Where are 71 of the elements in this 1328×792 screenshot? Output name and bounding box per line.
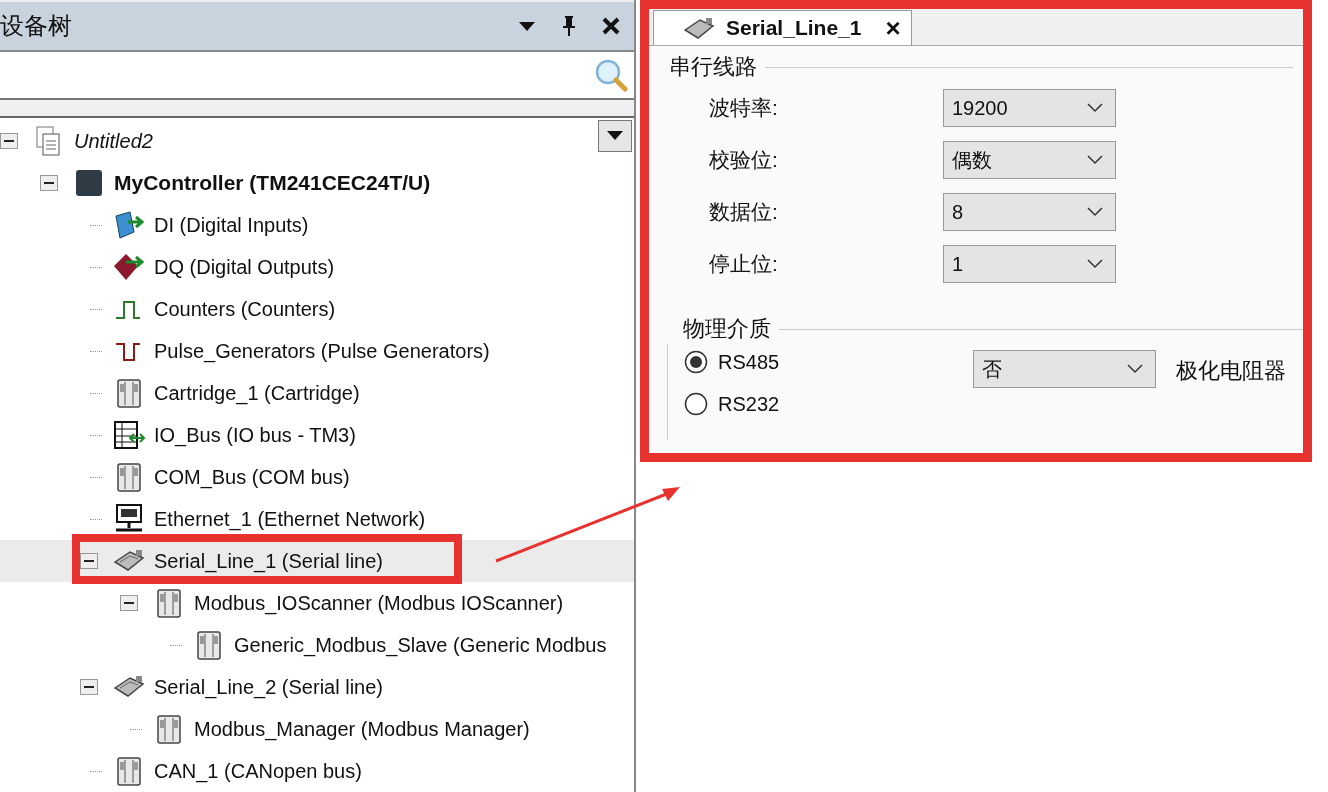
tree-item[interactable]: Serial_Line_2 (Serial line) <box>0 666 634 708</box>
tree-item[interactable]: MyController (TM241CEC24T/U) <box>0 162 634 204</box>
collapse-icon[interactable] <box>120 595 138 611</box>
collapse-icon[interactable] <box>40 175 58 191</box>
group-title: 物理介质 <box>683 315 771 343</box>
chevron-icon <box>1127 364 1143 374</box>
dropdown-icon[interactable] <box>518 20 536 32</box>
chevron-icon <box>1087 103 1103 113</box>
field-label: 波特率: <box>708 95 779 121</box>
tree-item[interactable]: Counters (Counters) <box>0 288 634 330</box>
tree-item[interactable]: Untitled2 <box>0 120 634 162</box>
radio-option[interactable]: RS485 <box>684 350 816 374</box>
tree-item-label: Serial_Line_1 (Serial line) <box>154 549 383 573</box>
connector-icon <box>682 15 716 41</box>
collapse-icon[interactable] <box>80 553 98 569</box>
tree-item[interactable]: COM_Bus (COM bus) <box>0 456 634 498</box>
field-label: 极化电阻器 <box>1176 357 1286 385</box>
tree-item-label: Ethernet_1 (Ethernet Network) <box>154 507 426 531</box>
tree-item-label: Untitled2 <box>74 129 153 153</box>
dropdown-field[interactable]: 8 <box>943 193 1116 231</box>
tree-item[interactable]: DI (Digital Inputs) <box>0 204 634 246</box>
chevron-icon <box>1087 259 1103 269</box>
panel-title: 设备树 <box>0 11 72 41</box>
field-label: 数据位: <box>708 199 779 225</box>
tab-label: Serial_Line_1 <box>726 16 862 40</box>
tree-item-label: Generic_Modbus_Slave (Generic Modbus <box>234 633 607 657</box>
radio-label: RS485 <box>718 350 780 374</box>
tree-item-label: DQ (Digital Outputs) <box>154 255 335 279</box>
bus-icon <box>112 418 146 452</box>
tree-item-label: CAN_1 (CANopen bus) <box>154 759 362 783</box>
tree-item[interactable]: Modbus_Manager (Modbus Manager) <box>0 708 634 750</box>
tree-item[interactable]: IO_Bus (IO bus - TM3) <box>0 414 634 456</box>
tree-item-label: Serial_Line_2 (Serial line) <box>154 675 383 699</box>
dropdown-field[interactable]: 1 <box>943 245 1116 283</box>
tree-item-label: Cartridge_1 (Cartridge) <box>154 381 360 405</box>
chevron-icon <box>1087 207 1103 217</box>
group-title: 串行线路 <box>669 53 757 81</box>
tree-item[interactable]: Cartridge_1 (Cartridge) <box>0 372 634 414</box>
tree-item[interactable]: DQ (Digital Outputs) <box>0 246 634 288</box>
tree-item[interactable]: CAN_1 (CANopen bus) <box>0 750 634 792</box>
radio-option[interactable]: RS232 <box>684 392 816 416</box>
tree-item-label: COM_Bus (COM bus) <box>154 465 350 489</box>
pin-icon[interactable] <box>562 15 576 37</box>
input-module-icon <box>112 208 146 242</box>
dropdown-field[interactable]: 偶数 <box>943 141 1116 179</box>
radio-icon[interactable] <box>684 392 708 416</box>
field-label: 停止位: <box>708 251 779 277</box>
tree-item-label: MyController (TM241CEC24T/U) <box>114 171 431 195</box>
collapse-icon[interactable] <box>80 679 98 695</box>
collapse-icon[interactable] <box>0 133 18 149</box>
close-button[interactable]: × <box>885 15 901 41</box>
radio-label: RS232 <box>718 392 780 416</box>
dropdown-field[interactable]: 否 <box>973 350 1156 388</box>
editor-tab[interactable]: Serial_Line_1 × <box>653 10 912 45</box>
tree-item[interactable]: Modbus_IOScanner (Modbus IOScanner) <box>0 582 634 624</box>
radio-icon[interactable] <box>684 350 708 374</box>
tree-item-label: DI (Digital Inputs) <box>154 213 309 237</box>
tree-item-label: Counters (Counters) <box>154 297 336 321</box>
tree-item-label: Modbus_Manager (Modbus Manager) <box>194 717 530 741</box>
tree-item[interactable]: Pulse_Generators (Pulse Generators) <box>0 330 634 372</box>
close-icon[interactable] <box>602 17 620 35</box>
caret-icon <box>607 131 623 141</box>
tree-item[interactable]: Ethernet_1 (Ethernet Network) <box>0 498 634 540</box>
tree-item-label: Pulse_Generators (Pulse Generators) <box>154 339 490 363</box>
tree-item[interactable]: Generic_Modbus_Slave (Generic Modbus <box>0 624 634 666</box>
tree-item-label: Modbus_IOScanner (Modbus IOScanner) <box>194 591 564 615</box>
field-label: 校验位: <box>708 147 779 173</box>
chevron-icon <box>1087 155 1103 165</box>
tree-item-label: IO_Bus (IO bus - TM3) <box>154 423 356 447</box>
dropdown-field[interactable]: 19200 <box>943 89 1116 127</box>
dropdown-button[interactable] <box>598 120 632 152</box>
